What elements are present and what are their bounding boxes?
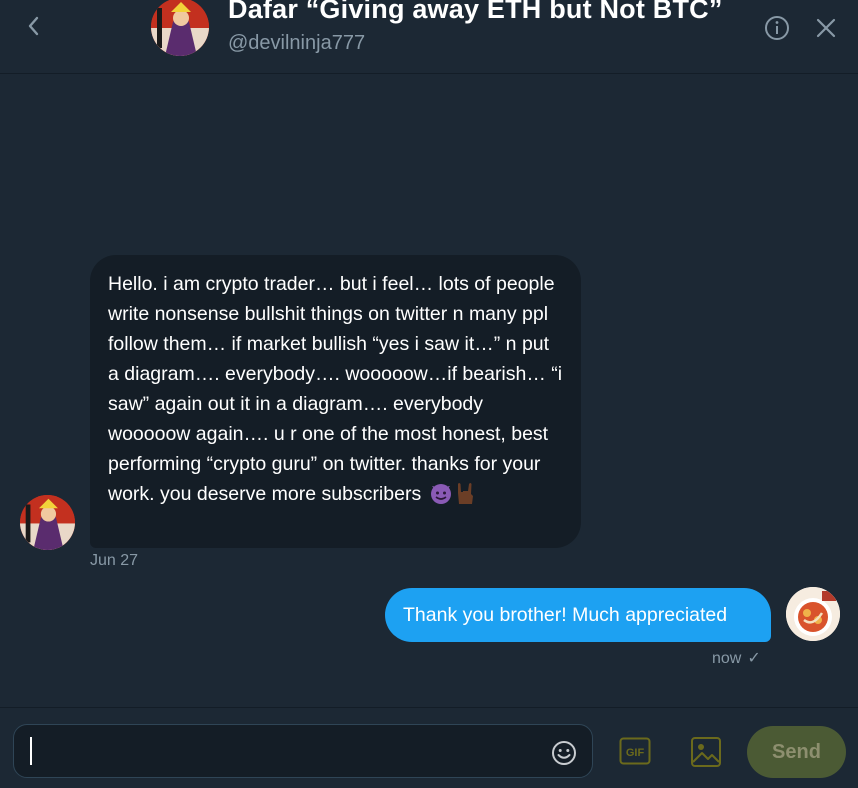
close-icon	[816, 18, 836, 38]
info-button[interactable]	[764, 15, 790, 41]
rock-on-hand-emoji	[457, 483, 473, 504]
emoji-smile-icon	[552, 741, 576, 765]
message-composer: GIF Send	[0, 707, 858, 788]
image-icon	[691, 737, 721, 767]
svg-text:GIF: GIF	[626, 747, 645, 759]
chevron-left-icon	[28, 16, 39, 36]
contact-name: Dafar “Giving away ETH but Not BTC”	[228, 0, 723, 24]
outgoing-message-bubble: Thank you brother! Much appreciated	[385, 588, 771, 642]
smiling-devil-emoji	[430, 484, 451, 504]
image-button[interactable]	[690, 736, 722, 768]
emoji-button[interactable]	[551, 740, 577, 766]
text-caret	[30, 737, 32, 765]
outgoing-message-timestamp: now ✓	[712, 648, 761, 668]
contact-avatar[interactable]	[151, 0, 209, 56]
incoming-message-body: Hello. i am crypto trader… but i feel… l…	[108, 273, 563, 505]
gif-button[interactable]: GIF	[619, 737, 651, 765]
message-thread[interactable]: Hello. i am crypto trader… but i feel… l…	[0, 74, 858, 706]
back-button[interactable]	[22, 14, 46, 38]
my-avatar[interactable]	[786, 587, 840, 641]
gif-icon: GIF	[619, 737, 651, 765]
sent-check-icon: ✓	[747, 650, 761, 667]
outgoing-time-label: now	[712, 650, 742, 667]
conversation-header: Dafar “Giving away ETH but Not BTC” @dev…	[0, 0, 858, 74]
sender-avatar[interactable]	[20, 495, 75, 550]
send-button[interactable]: Send	[747, 726, 846, 778]
contact-handle: @devilninja777	[228, 32, 366, 54]
message-input[interactable]	[13, 724, 593, 778]
close-button[interactable]	[815, 17, 837, 39]
incoming-message-bubble: Hello. i am crypto trader… but i feel… l…	[90, 255, 581, 548]
incoming-message-timestamp: Jun 27	[90, 552, 139, 569]
incoming-message-text: Hello. i am crypto trader… but i feel… l…	[108, 269, 563, 509]
info-icon	[765, 16, 789, 40]
outgoing-message-text: Thank you brother! Much appreciated	[403, 603, 728, 626]
